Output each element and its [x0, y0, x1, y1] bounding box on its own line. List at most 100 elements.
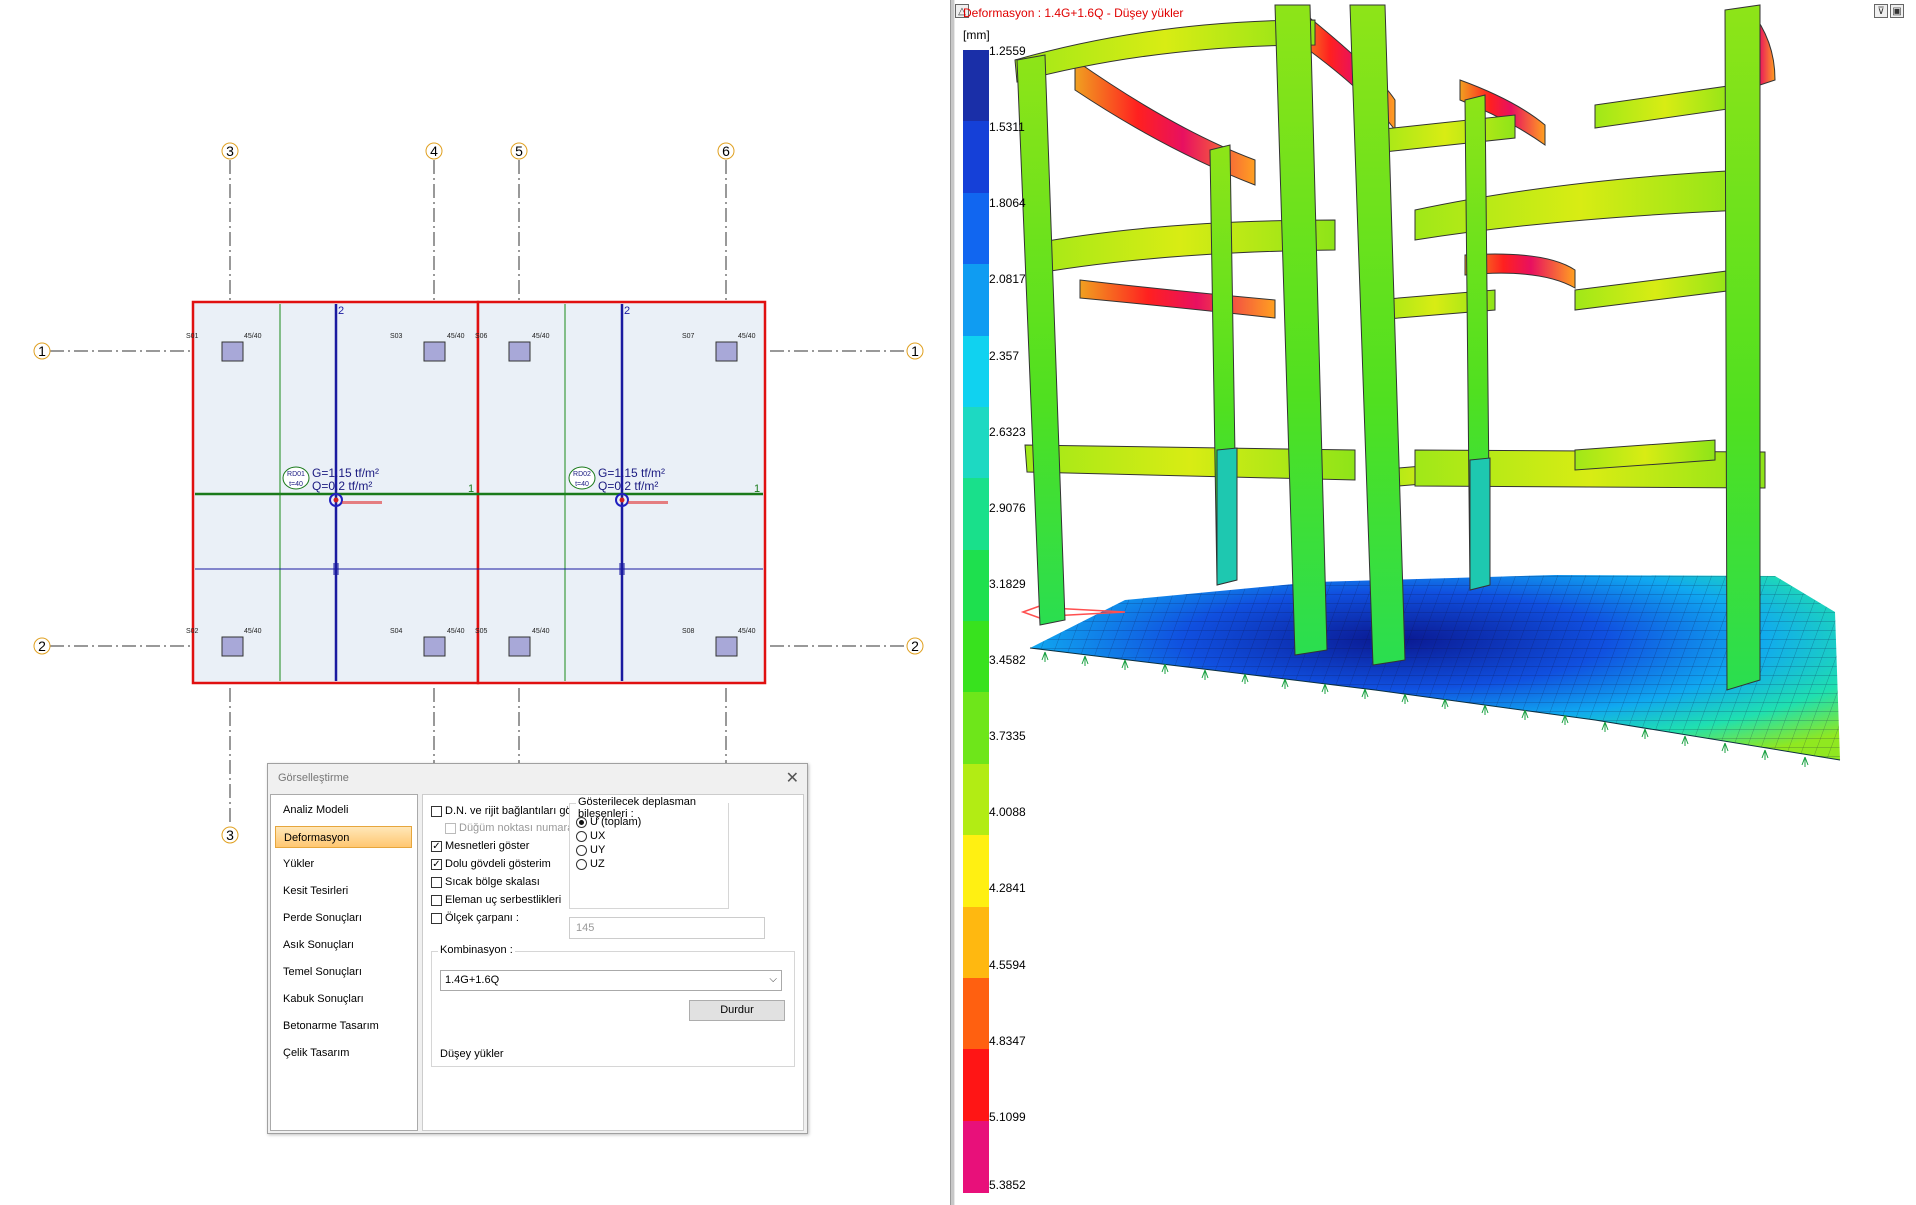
svg-text:RD02: RD02 [573, 471, 591, 478]
legend-value: 1.2559 [989, 44, 1026, 58]
legend-swatch [963, 192, 989, 265]
scale-factor-input[interactable]: 145 [569, 917, 765, 939]
nav-item-section-forces[interactable]: Kesit Tesirleri [275, 880, 412, 902]
nav-item-steel-design[interactable]: Çelik Tasarım [275, 1042, 412, 1064]
legend-value: 1.5311 [989, 120, 1025, 135]
nav-item-shear-wall-results[interactable]: Perde Sonuçları [275, 907, 412, 929]
column-s04[interactable] [423, 636, 446, 657]
axis-bubble-top-6: 6 [717, 142, 735, 160]
svg-text:1: 1 [38, 343, 46, 359]
checkbox-show-nodes[interactable] [431, 805, 442, 817]
restore-icon[interactable]: ▣ [1890, 4, 1904, 18]
visualization-dialog[interactable]: Görselleştirme ✕ Analiz Modeli Deformasy… [267, 763, 808, 1134]
floor-plan-view[interactable]: 3 4 5 6 1 2 1 2 3 2 2 1 1 RD01 t=40 G=1.… [0, 0, 950, 1205]
combination-select[interactable]: 1.4G+1.6Q ⌵ [440, 970, 782, 991]
nav-item-concrete-design[interactable]: Betonarme Tasarım [275, 1015, 412, 1037]
legend-swatch [963, 906, 989, 979]
checkbox-end-releases[interactable] [431, 894, 442, 906]
radio-u-total-indicator[interactable] [576, 816, 587, 828]
legend-value: 2.357 [989, 348, 1020, 363]
combination-value: 1.4G+1.6Q [445, 974, 500, 986]
slab-label-rd01: RD01 t=40 G=1.15 tf/m² Q=0.2 tf/m² [282, 466, 379, 493]
mat-foundation[interactable] [1029, 575, 1841, 761]
column-s03[interactable] [423, 341, 446, 362]
svg-text:4: 4 [430, 143, 438, 159]
option-scale-factor[interactable]: Ölçek çarpanı : [431, 912, 519, 924]
combination-group: Kombinasyon : 1.4G+1.6Q ⌵ Durdur Düşey y… [431, 944, 795, 1067]
checkbox-hot-zone-scale[interactable] [431, 876, 442, 888]
nav-item-analysis-model[interactable]: Analiz Modeli [275, 799, 412, 821]
slab-dir-1-b: 1 [754, 483, 760, 495]
column-s07[interactable] [715, 341, 738, 362]
legend-value: 4.0088 [989, 805, 1026, 820]
legend-swatch [963, 1120, 989, 1193]
column-3d-1[interactable] [1016, 54, 1066, 626]
legend-value: 2.0817 [989, 272, 1026, 287]
radio-uz-indicator[interactable] [576, 858, 587, 870]
radio-uz[interactable]: UZ [576, 858, 605, 870]
slab-dir-2-b: 2 [624, 305, 630, 317]
svg-text:6: 6 [722, 143, 730, 159]
checkbox-scale-factor[interactable] [431, 912, 442, 924]
axis-bubble-left-2: 2 [33, 637, 51, 655]
column-3d-2[interactable] [1274, 4, 1328, 656]
checkbox-node-numbers[interactable] [445, 822, 456, 834]
legend-value: 2.9076 [989, 500, 1026, 515]
axis-bubble-right-2: 2 [906, 637, 924, 655]
column-label-s06: S06 [475, 333, 488, 340]
radio-ux-indicator[interactable] [576, 830, 587, 842]
nav-item-loads[interactable]: Yükler [275, 853, 412, 875]
nav-item-beam-results[interactable]: Asık Sonuçları [275, 934, 412, 956]
column-3d-3[interactable] [1349, 4, 1406, 666]
legend-value: 5.1099 [989, 1109, 1026, 1124]
checkbox-solid-display[interactable]: ✓ [431, 858, 442, 870]
radio-u-total[interactable]: U (toplam) [576, 816, 641, 828]
svg-text:Q=0.2 tf/m²: Q=0.2 tf/m² [598, 479, 658, 493]
legend-swatch [963, 264, 989, 336]
dialog-title: Görselleştirme [278, 772, 349, 784]
radio-ux[interactable]: UX [576, 830, 605, 842]
options-panel: D.N. ve rijit bağlantıları göster Düğüm … [422, 794, 804, 1131]
category-list[interactable]: Analiz Modeli Deformasyon Yükler Kesit T… [270, 794, 418, 1131]
column-size-s08: 45/40 [738, 628, 756, 635]
legend-value: 4.8347 [989, 1033, 1026, 1048]
column-label-s05: S05 [475, 628, 488, 635]
nav-item-deformation[interactable]: Deformasyon [275, 826, 412, 848]
legend-value: 2.6323 [989, 424, 1026, 439]
option-hot-zone-scale[interactable]: Sıcak bölge skalası [431, 876, 540, 888]
svg-text:5: 5 [515, 143, 523, 159]
svg-text:1: 1 [911, 343, 919, 359]
column-label-s07: S07 [682, 333, 695, 340]
axis-bubble-top-5: 5 [510, 142, 528, 160]
option-end-releases[interactable]: Eleman uç serbestlikleri [431, 894, 561, 906]
option-show-nodes[interactable]: D.N. ve rijit bağlantıları göster [431, 805, 590, 817]
column-size-s07: 45/40 [738, 333, 756, 340]
deformation-3d-view[interactable]: △ ⊽ ▣ Deformasyon : 1.4G+1.6Q - Düşey yü… [955, 0, 1916, 1205]
combination-title: Kombinasyon : [438, 944, 515, 956]
close-icon[interactable]: ✕ [786, 768, 799, 788]
column-3d-6[interactable] [1724, 4, 1761, 691]
view-header: Deformasyon : 1.4G+1.6Q - Düşey yükler [963, 6, 1184, 20]
checkbox-show-supports[interactable]: ✓ [431, 840, 442, 852]
option-solid-display[interactable]: ✓ Dolu gövdeli gösterim [431, 858, 551, 870]
stop-button[interactable]: Durdur [689, 1000, 785, 1021]
column-s08[interactable] [715, 636, 738, 657]
radio-uy-indicator[interactable] [576, 844, 587, 856]
chevron-down-icon[interactable]: ⌵ [769, 974, 777, 985]
option-node-numbers[interactable]: Düğüm noktası numaraları [445, 822, 589, 834]
legend-swatch [963, 406, 989, 479]
column-s02[interactable] [221, 636, 244, 657]
column-s05[interactable] [508, 636, 531, 657]
nav-item-foundation-results[interactable]: Temel Sonuçları [275, 961, 412, 983]
legend-value: 4.5594 [989, 957, 1026, 972]
radio-uy[interactable]: UY [576, 844, 605, 856]
legend-swatch [963, 621, 989, 693]
column-s06[interactable] [508, 341, 531, 362]
option-show-supports[interactable]: ✓ Mesnetleri göster [431, 840, 529, 852]
filter-icon[interactable]: ⊽ [1874, 4, 1888, 18]
column-s01[interactable] [221, 341, 244, 362]
nav-item-shell-results[interactable]: Kabuk Sonuçları [275, 988, 412, 1010]
legend-swatch [963, 763, 989, 836]
load-case-label: Düşey yükler [440, 1048, 504, 1060]
model-canvas[interactable] [955, 0, 1916, 1205]
